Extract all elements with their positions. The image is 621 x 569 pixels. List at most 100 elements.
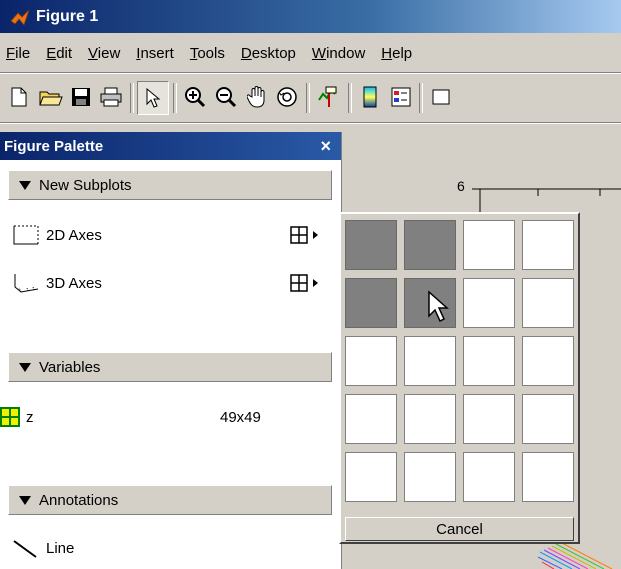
figure-palette: Figure Palette × New Subplots 2D Axes 3D… <box>0 132 342 569</box>
menu-window[interactable]: Window <box>304 45 373 62</box>
insert-legend-button[interactable] <box>386 81 416 113</box>
subplot-grid-cell[interactable] <box>404 452 456 502</box>
matrix-variable-icon <box>0 407 26 427</box>
zoom-in-button[interactable] <box>180 81 210 113</box>
hide-plot-tools-icon <box>432 89 450 105</box>
palette-header[interactable]: Figure Palette × <box>0 132 341 160</box>
subplot-grid-cell[interactable] <box>345 452 397 502</box>
subplot-grid-cell[interactable] <box>463 394 515 444</box>
subplot-grid-cell[interactable] <box>345 278 397 328</box>
menu-edit[interactable]: Edit <box>38 45 80 62</box>
menu-tools[interactable]: Tools <box>182 45 233 62</box>
open-folder-icon <box>39 91 63 106</box>
subplot-grid-cell[interactable] <box>463 336 515 386</box>
subplot-grid-cell[interactable] <box>463 220 515 270</box>
menu-tools-rest: ools <box>197 44 225 62</box>
menu-help-rest: elp <box>392 44 413 62</box>
subplot-grid-cell[interactable] <box>345 220 397 270</box>
subplot-grid-cell[interactable] <box>404 394 456 444</box>
collapse-triangle-icon <box>19 180 31 190</box>
legend-icon <box>391 87 411 107</box>
toolbar-separator <box>130 83 134 113</box>
mouse-cursor-icon <box>428 290 449 322</box>
toolbar-separator <box>348 83 352 113</box>
menu-insert[interactable]: Insert <box>128 45 182 62</box>
zoom-in-icon <box>185 87 206 108</box>
matlab-logo-icon <box>10 9 30 26</box>
menu-view[interactable]: View <box>80 45 128 62</box>
rotate-3d-button[interactable] <box>272 81 302 113</box>
subplot-grid-cell[interactable] <box>404 336 456 386</box>
subplot-grid-cell[interactable] <box>345 394 397 444</box>
menu-desktop-rest: esktop <box>251 44 296 62</box>
pan-hand-icon <box>247 86 265 108</box>
section-variables-label: Variables <box>39 358 101 376</box>
new-3d-axes-item[interactable]: 3D Axes <box>12 270 328 296</box>
toolbar-separator <box>173 83 177 113</box>
section-variables[interactable]: Variables <box>8 352 332 382</box>
data-cursor-icon <box>318 86 337 107</box>
cancel-button[interactable]: Cancel <box>345 517 574 541</box>
toolbar <box>0 77 621 119</box>
annotation-line-item[interactable]: Line <box>12 535 328 561</box>
subplot-grid-icon <box>290 274 318 292</box>
pan-button[interactable] <box>242 81 272 113</box>
menu-file[interactable]: File <box>0 45 38 62</box>
zoom-out-icon <box>216 87 237 108</box>
section-annotations-label: Annotations <box>39 491 119 509</box>
new-2d-axes-item[interactable]: 2D Axes <box>12 222 328 248</box>
print-icon <box>100 87 122 107</box>
subplot-grid-cell[interactable] <box>522 336 574 386</box>
insert-colorbar-button[interactable] <box>355 81 385 113</box>
annotation-line-label: Line <box>46 539 75 557</box>
menu-bar: File Edit View Insert Tools Desktop Wind… <box>0 37 621 69</box>
menu-desktop[interactable]: Desktop <box>233 45 304 62</box>
section-new-subplots[interactable]: New Subplots <box>8 170 332 200</box>
section-annotations[interactable]: Annotations <box>8 485 332 515</box>
section-new-subplots-label: New Subplots <box>39 176 132 194</box>
window-title: Figure 1 <box>36 7 99 25</box>
menu-window-rest: indow <box>326 44 366 62</box>
zoom-out-button[interactable] <box>211 81 241 113</box>
toolbar-divider <box>0 122 621 124</box>
window-title-bar[interactable]: Figure 1 <box>0 0 621 33</box>
new-file-button[interactable] <box>4 81 34 113</box>
subplot-grid-cell[interactable] <box>522 220 574 270</box>
subplot-grid-cell[interactable] <box>463 278 515 328</box>
data-cursor-button[interactable] <box>313 81 343 113</box>
save-button[interactable] <box>66 81 96 113</box>
subplot-grid-3d-button[interactable] <box>290 274 320 292</box>
open-folder-button[interactable] <box>36 81 66 113</box>
line-annotation-icon <box>12 537 46 559</box>
hide-plot-tools-button[interactable] <box>426 81 456 113</box>
menu-file-rest: ile <box>15 44 31 62</box>
new-2d-axes-label: 2D Axes <box>46 226 102 244</box>
print-button[interactable] <box>96 81 126 113</box>
subplot-grid-cell[interactable] <box>522 278 574 328</box>
menu-divider <box>0 72 621 74</box>
subplot-layout-popup: Cancel <box>339 212 580 544</box>
menu-insert-rest: nsert <box>140 44 174 62</box>
variable-name: z <box>26 408 34 426</box>
subplot-grid-cell[interactable] <box>522 452 574 502</box>
collapse-triangle-icon <box>19 495 31 505</box>
menu-help[interactable]: Help <box>373 45 420 62</box>
subplot-grid-cell[interactable] <box>345 336 397 386</box>
variable-row[interactable]: z 49x49 <box>0 404 316 430</box>
menu-edit-rest: dit <box>56 44 73 62</box>
axes-3d-icon <box>12 272 46 294</box>
variable-size: 49x49 <box>220 408 261 426</box>
toolbar-separator <box>419 83 423 113</box>
save-icon <box>72 88 90 106</box>
rotate-3d-icon <box>277 87 297 107</box>
subplot-grid-cell[interactable] <box>522 394 574 444</box>
subplot-grid-cell[interactable] <box>463 452 515 502</box>
edit-plot-button[interactable] <box>137 81 169 115</box>
pointer-arrow-icon <box>146 88 161 108</box>
new-3d-axes-label: 3D Axes <box>46 274 102 292</box>
palette-close-button[interactable]: × <box>320 136 331 157</box>
subplot-grid-2d-button[interactable] <box>290 226 320 244</box>
collapse-triangle-icon <box>19 362 31 372</box>
subplot-grid-cell[interactable] <box>404 220 456 270</box>
colorbar-icon <box>363 86 377 108</box>
